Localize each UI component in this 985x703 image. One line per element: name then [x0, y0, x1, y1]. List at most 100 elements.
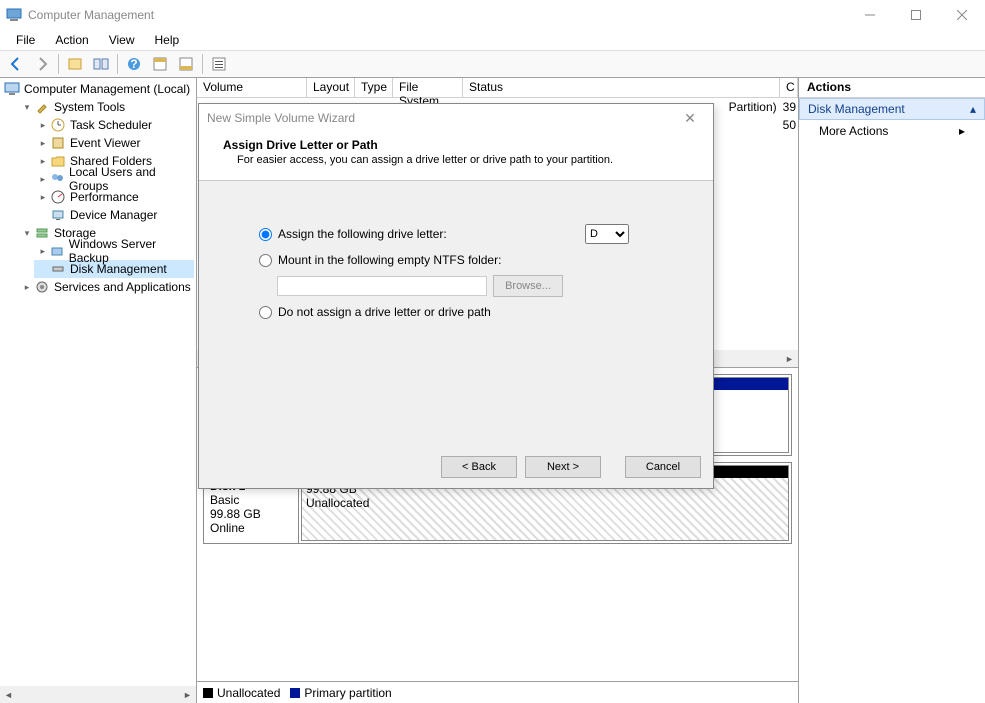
wizard-titlebar[interactable]: New Simple Volume Wizard ✕ [199, 104, 713, 132]
titlebar: Computer Management [0, 0, 985, 30]
tree-label: Disk Management [70, 262, 167, 276]
scroll-right-button[interactable]: ► [781, 350, 798, 367]
tree-label: Local Users and Groups [69, 165, 194, 193]
radio-label: Do not assign a drive letter or drive pa… [278, 305, 491, 319]
menu-action[interactable]: Action [47, 31, 96, 49]
tree-system-tools[interactable]: ▾ System Tools [18, 98, 194, 116]
navigation-tree: Computer Management (Local) ▾ System Too… [0, 78, 197, 703]
legend-unallocated: Unallocated [203, 686, 280, 700]
next-button[interactable]: Next > [525, 456, 601, 478]
cancel-button[interactable]: Cancel [625, 456, 701, 478]
performance-icon [50, 189, 66, 205]
expand-icon[interactable]: ▸ [36, 190, 50, 204]
radio-mount-folder[interactable]: Mount in the following empty NTFS folder… [259, 247, 689, 273]
col-capacity[interactable]: C [780, 78, 798, 97]
collapse-icon: ▴ [970, 102, 976, 116]
wizard-header: Assign Drive Letter or Path For easier a… [199, 132, 713, 181]
menu-help[interactable]: Help [147, 31, 188, 49]
tree-label: Computer Management (Local) [24, 82, 190, 96]
expand-icon[interactable]: ▾ [20, 226, 34, 240]
back-button[interactable] [4, 53, 28, 75]
actions-section-disk-management[interactable]: Disk Management ▴ [799, 98, 985, 120]
settings-button[interactable] [207, 53, 231, 75]
expand-icon[interactable]: ▸ [20, 280, 34, 294]
actions-section-label: Disk Management [808, 102, 905, 116]
menu-file[interactable]: File [8, 31, 43, 49]
computer-icon [4, 81, 20, 97]
menu-view[interactable]: View [101, 31, 143, 49]
wizard-title: New Simple Volume Wizard [207, 111, 675, 125]
expand-icon[interactable]: ▸ [36, 244, 49, 258]
col-layout[interactable]: Layout [307, 78, 355, 97]
actions-header: Actions [799, 78, 985, 98]
radio-label: Mount in the following empty NTFS folder… [278, 253, 501, 267]
radio-no-assign-input[interactable] [259, 306, 272, 319]
tree-label: Windows Server Backup [69, 237, 194, 265]
ntfs-folder-input[interactable] [277, 276, 487, 296]
disk-icon [50, 261, 66, 277]
radio-mount-folder-input[interactable] [259, 254, 272, 267]
tree-task-scheduler[interactable]: ▸ Task Scheduler [34, 116, 194, 134]
expand-icon[interactable]: ▸ [36, 118, 50, 132]
close-button[interactable] [939, 0, 985, 30]
tree-label: Device Manager [70, 208, 157, 222]
up-button[interactable] [63, 53, 87, 75]
back-button[interactable]: < Back [441, 456, 517, 478]
browse-button[interactable]: Browse... [493, 275, 563, 297]
disk-size: 99.88 GB [210, 507, 292, 521]
wizard-button-row: < Back Next > Cancel [199, 446, 713, 488]
wizard-close-button[interactable]: ✕ [675, 104, 705, 132]
svg-text:?: ? [130, 57, 137, 71]
tree-event-viewer[interactable]: ▸ Event Viewer [34, 134, 194, 152]
drive-letter-select-wrap: D [585, 224, 629, 244]
disk-type: Basic [210, 493, 292, 507]
tree-ws-backup[interactable]: ▸Windows Server Backup [34, 242, 194, 260]
col-status[interactable]: Status [463, 78, 780, 97]
app-icon [6, 7, 22, 23]
tree-label: Event Viewer [70, 136, 140, 150]
clock-icon [50, 117, 66, 133]
toolbar: ? [0, 50, 985, 78]
minimize-button[interactable] [847, 0, 893, 30]
legend: Unallocated Primary partition [197, 681, 798, 703]
radio-assign-letter-input[interactable] [259, 228, 272, 241]
col-volume[interactable]: Volume [197, 78, 307, 97]
tree-root[interactable]: Computer Management (Local) [2, 80, 194, 98]
expand-icon[interactable]: ▸ [36, 136, 50, 150]
forward-button[interactable] [30, 53, 54, 75]
left-scrollbar[interactable]: ◄ ► [0, 686, 196, 703]
actions-item-label: More Actions [819, 124, 888, 138]
wizard-body: Assign the following drive letter: D Mou… [199, 181, 713, 446]
col-filesystem[interactable]: File System [393, 78, 463, 97]
volume-list-header: Volume Layout Type File System Status C [197, 78, 798, 98]
services-icon [34, 279, 50, 295]
tree-local-users[interactable]: ▸Local Users and Groups [34, 170, 194, 188]
radio-no-assign[interactable]: Do not assign a drive letter or drive pa… [259, 299, 689, 325]
tree-device-manager[interactable]: Device Manager [34, 206, 194, 224]
radio-assign-letter[interactable]: Assign the following drive letter: D [259, 221, 689, 247]
folder-icon [50, 153, 66, 169]
tree-services[interactable]: ▸ Services and Applications [18, 278, 194, 296]
tree-label: Task Scheduler [70, 118, 152, 132]
show-hide-button[interactable] [89, 53, 113, 75]
actions-pane: Actions Disk Management ▴ More Actions ▸ [799, 78, 985, 703]
view-bottom-button[interactable] [174, 53, 198, 75]
wizard-step-desc: For easier access, you can assign a driv… [223, 152, 689, 166]
maximize-button[interactable] [893, 0, 939, 30]
expand-icon[interactable]: ▸ [36, 172, 50, 186]
drive-letter-select[interactable]: D [585, 224, 629, 244]
toolbar-separator [202, 54, 203, 74]
view-top-button[interactable] [148, 53, 172, 75]
scroll-right-button[interactable]: ► [179, 686, 196, 703]
actions-more-actions[interactable]: More Actions ▸ [799, 120, 985, 142]
volume-status-frag: Partition) [729, 100, 777, 114]
expand-icon[interactable]: ▸ [36, 154, 50, 168]
scroll-left-button[interactable]: ◄ [0, 686, 17, 703]
toolbar-separator [58, 54, 59, 74]
col-type[interactable]: Type [355, 78, 393, 97]
users-icon [50, 171, 65, 187]
expand-icon[interactable]: ▾ [20, 100, 34, 114]
help-button[interactable]: ? [122, 53, 146, 75]
legend-swatch-black [203, 688, 213, 698]
volume-cap-frag: 50 [783, 118, 796, 132]
